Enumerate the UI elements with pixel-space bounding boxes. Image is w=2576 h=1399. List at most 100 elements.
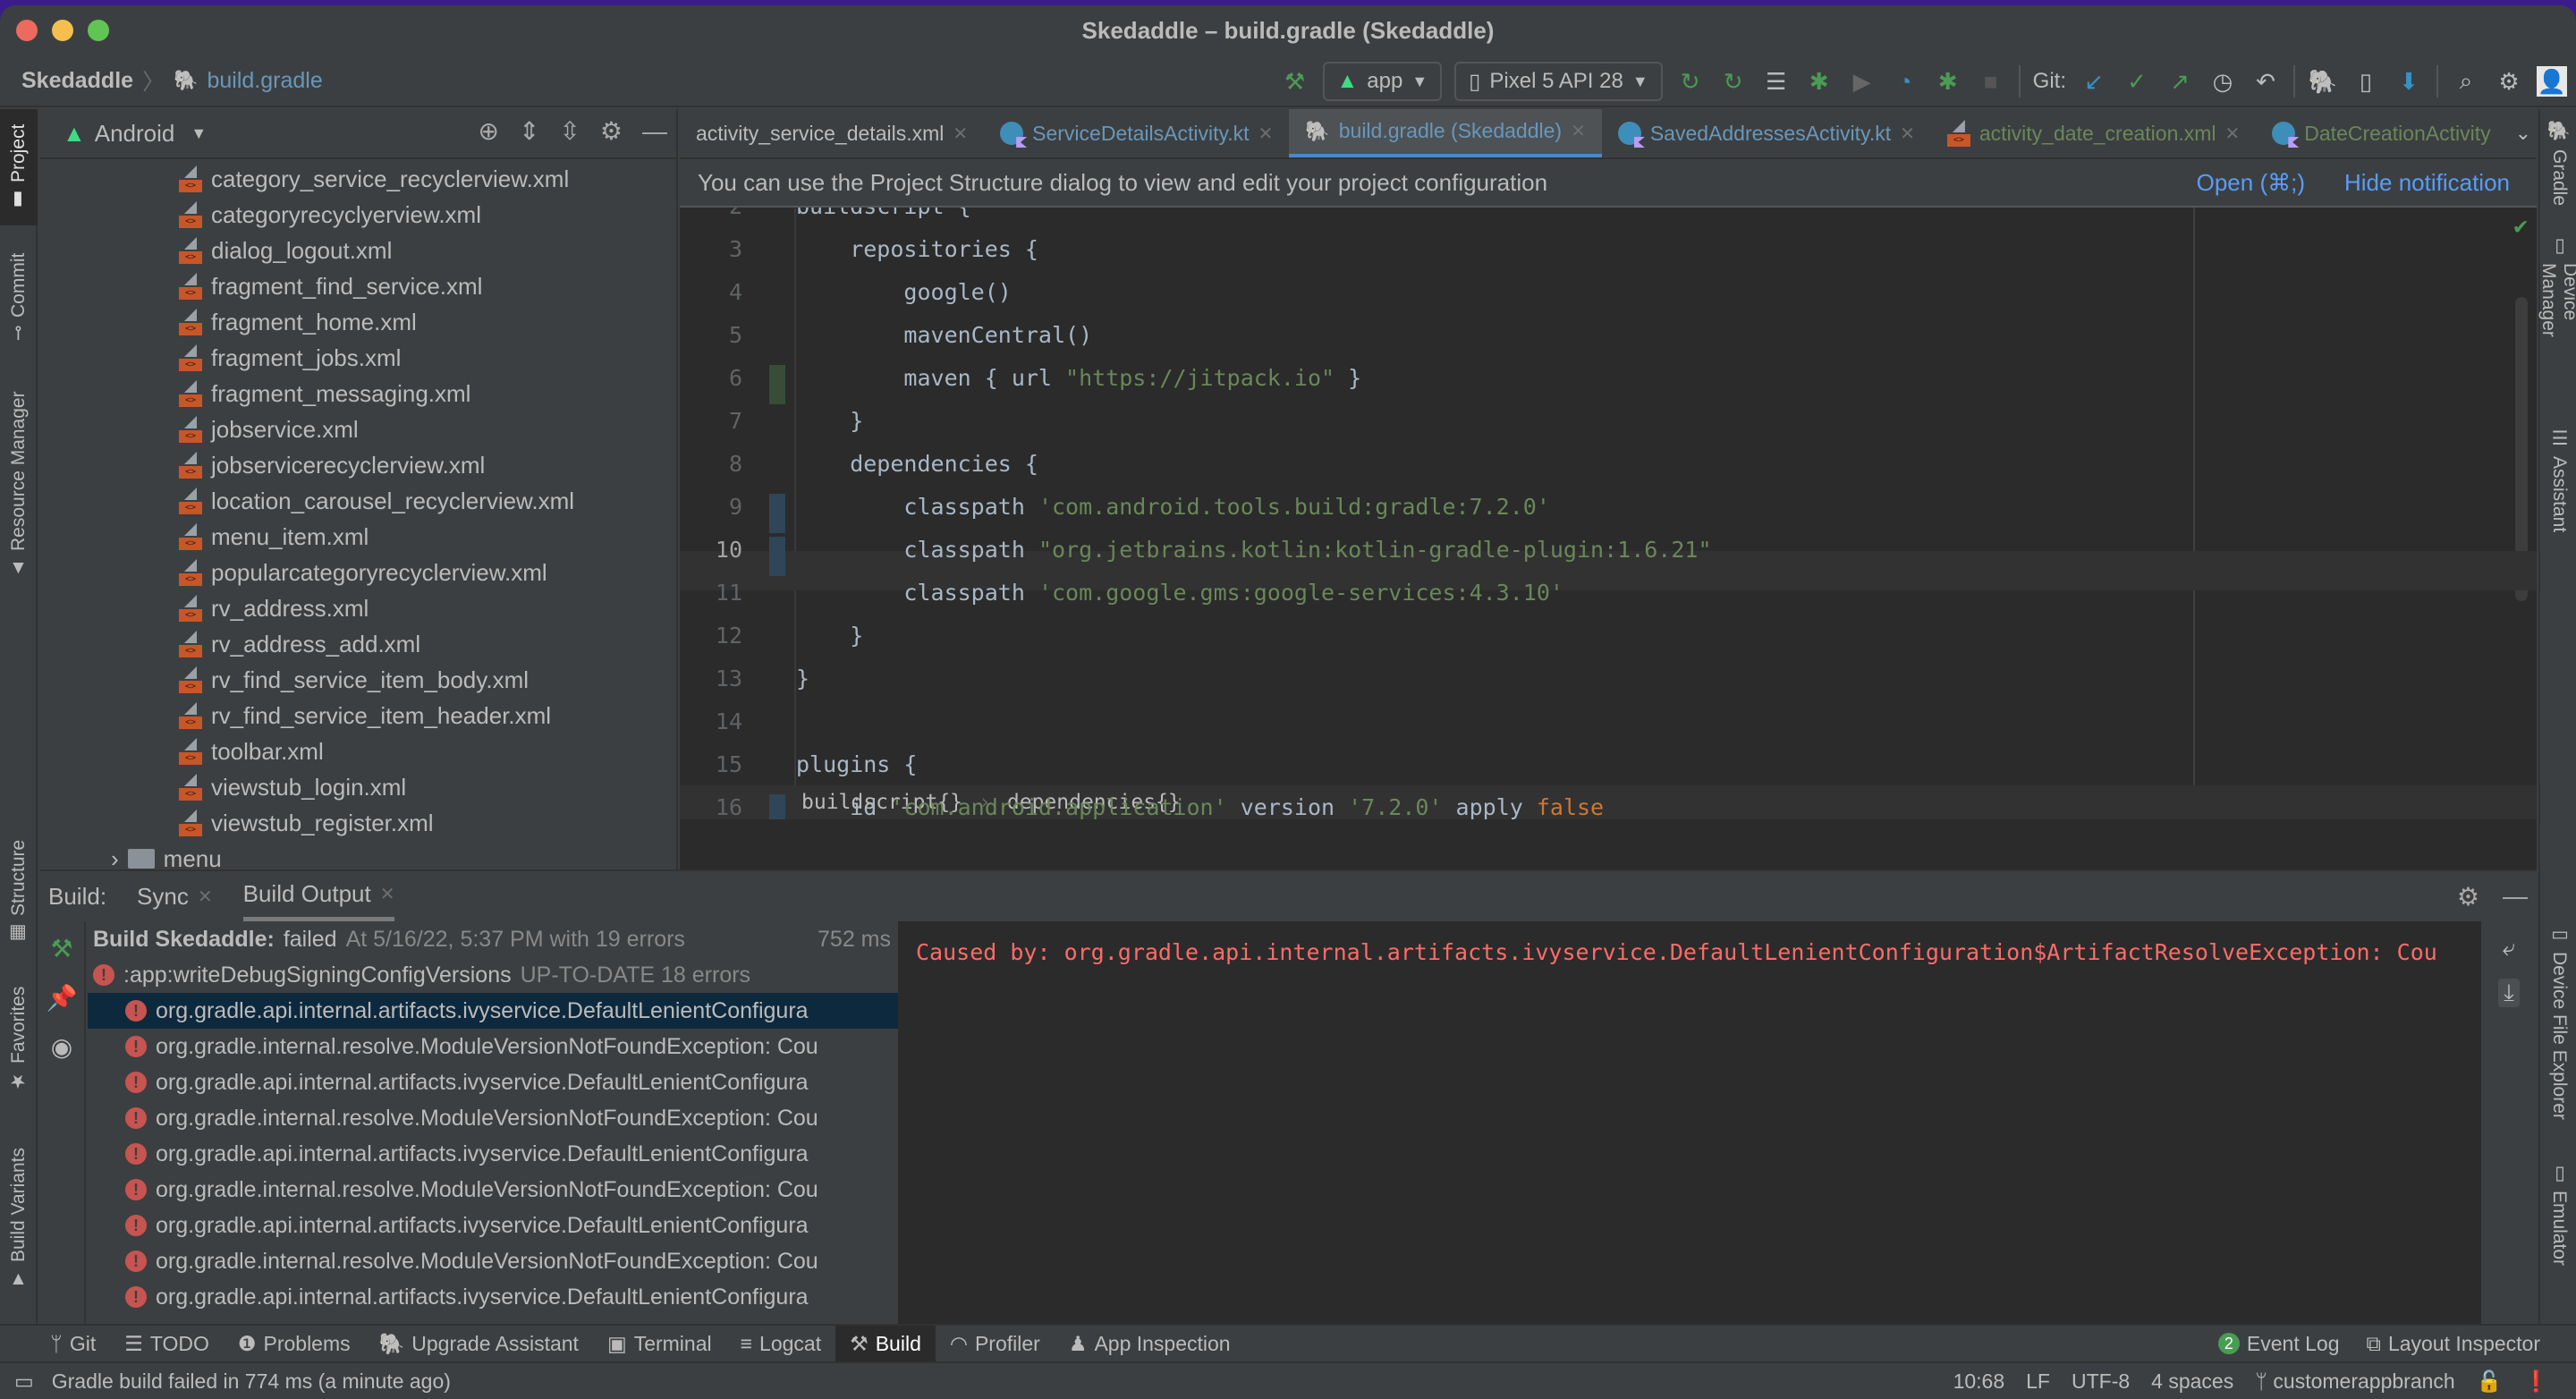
project-file-item[interactable]: rv_address_add.xml [39, 626, 676, 662]
tool-window-app-inspection[interactable]: ♟ App Inspection [1055, 1326, 1245, 1361]
git-commit-icon[interactable]: ✓ [2122, 66, 2152, 97]
build-output-console[interactable]: Caused by: org.gradle.api.internal.artif… [898, 921, 2481, 1326]
search-icon[interactable]: ⌕ [2451, 66, 2481, 97]
project-file-item[interactable]: category_service_recyclerview.xml [39, 161, 676, 197]
tab-sync[interactable]: Sync ✕ [137, 871, 213, 921]
git-push-icon[interactable]: ↗ [2165, 66, 2195, 97]
tool-tab-device-file-explorer[interactable]: ▭ Device File Explorer [2540, 914, 2576, 1129]
device-manager-icon[interactable]: ▯ [2351, 66, 2381, 97]
editor-tab[interactable]: 🐘 build.gradle (Skedaddle) ✕ [1289, 109, 1602, 157]
close-tab-icon[interactable]: ✕ [1900, 123, 1915, 145]
project-file-item[interactable]: jobservicerecyclerview.xml [39, 447, 676, 483]
tool-tab-emulator[interactable]: ▯ Emulator [2540, 1147, 2576, 1281]
rerun-icon[interactable]: ↻ [1675, 66, 1706, 97]
build-error-row[interactable]: ! org.gradle.api.internal.artifacts.ivyse… [88, 1064, 898, 1100]
project-file-item[interactable]: rv_find_service_item_body.xml [39, 662, 676, 698]
tool-tab-gradle[interactable]: 🐘 Gradle [2540, 109, 2576, 216]
close-window-button[interactable] [16, 20, 38, 41]
project-file-item[interactable]: fragment_home.xml [39, 304, 676, 340]
tool-window-build[interactable]: ⚒ Build [835, 1326, 936, 1361]
code-editor[interactable]: ✔ buildscript{} › dependencies{} 2builds… [680, 208, 2537, 819]
status-message[interactable]: Gradle build failed in 774 ms (a minute … [52, 1369, 451, 1394]
project-file-item[interactable]: fragment_find_service.xml [39, 268, 676, 304]
profile-icon[interactable]: ◔ [1890, 66, 1920, 97]
project-file-item[interactable]: jobservice.xml [39, 411, 676, 447]
gear-icon[interactable]: ⚙ [600, 116, 623, 146]
tool-window-problems[interactable]: ❶ Problems [224, 1326, 365, 1361]
build-error-row[interactable]: ! org.gradle.api.internal.artifacts.ivyse… [88, 1208, 898, 1243]
hide-notification-link[interactable]: Hide notification [2344, 169, 2510, 197]
tool-tab-assistant[interactable]: ☰ Assistant [2540, 413, 2576, 547]
indent-setting[interactable]: 4 spaces [2151, 1369, 2233, 1394]
tool-window-upgrade-assistant[interactable]: 🐘 Upgrade Assistant [365, 1326, 593, 1361]
build-summary-row[interactable]: Build Skedaddle: failed At 5/16/22, 5:37… [88, 921, 898, 957]
pin-icon[interactable]: 📌 [47, 983, 78, 1013]
project-file-item[interactable]: location_carousel_recyclerview.xml [39, 483, 676, 519]
build-error-row[interactable]: ! org.gradle.internal.resolve.ModuleVersi… [88, 1172, 898, 1208]
tool-window-todo[interactable]: ☰ TODO [110, 1326, 224, 1361]
build-error-row[interactable]: ! org.gradle.internal.resolve.ModuleVersi… [88, 1029, 898, 1064]
close-tab-icon[interactable]: ✕ [953, 123, 968, 145]
tool-tab-favorites[interactable]: ★ Favorites [0, 968, 38, 1111]
file-encoding[interactable]: UTF-8 [2072, 1369, 2130, 1394]
dropdown-arrow-icon[interactable]: ▼ [191, 124, 207, 143]
stop-icon[interactable]: ■ [1976, 66, 2006, 97]
vcs-change-marker[interactable] [769, 794, 785, 819]
device-select[interactable]: ▯ Pixel 5 API 28 ▼ [1454, 62, 1663, 101]
editor-tab[interactable]: activity_date_creation.xml ✕ [1931, 109, 2256, 157]
project-file-item[interactable]: toolbar.xml [39, 733, 676, 769]
project-file-item[interactable]: dialog_logout.xml [39, 233, 676, 268]
avatar[interactable]: 👤 [2537, 66, 2567, 97]
gear-icon[interactable]: ⚙ [2494, 66, 2524, 97]
close-icon[interactable]: ✕ [380, 883, 395, 905]
git-branch-widget[interactable]: ᛘ customerappbranch [2255, 1369, 2455, 1394]
project-file-item[interactable]: menu_item.xml [39, 519, 676, 555]
eye-icon[interactable]: ◉ [51, 1032, 72, 1062]
build-error-row[interactable]: ! org.gradle.internal.resolve.ModuleVersi… [88, 1243, 898, 1279]
vcs-change-marker[interactable] [769, 494, 785, 533]
editor-tab[interactable]: SavedAddressesActivity.kt ✕ [1602, 109, 1931, 157]
build-error-row[interactable]: ! org.gradle.api.internal.artifacts.ivyse… [88, 1279, 898, 1315]
tool-window-terminal[interactable]: ▣ Terminal [593, 1326, 726, 1361]
vcs-change-marker[interactable] [769, 537, 785, 576]
coverage-icon[interactable]: ▶ [1847, 66, 1877, 97]
layout-inspector-button[interactable]: ⧉ Layout Inspector [2367, 1332, 2541, 1356]
expand-all-icon[interactable]: ⇕ [519, 116, 539, 146]
scroll-to-end-icon[interactable]: ⤓ [2498, 979, 2520, 1007]
soft-wrap-icon[interactable]: ⤶ [2503, 934, 2516, 962]
hide-panel-icon[interactable]: — [642, 117, 667, 146]
project-file-item[interactable]: viewstub_register.xml [39, 805, 676, 841]
line-separator[interactable]: LF [2026, 1369, 2050, 1394]
rollback-icon[interactable]: ↶ [2250, 66, 2281, 97]
close-tab-icon[interactable]: ✕ [1571, 120, 1586, 142]
project-file-item[interactable]: categoryrecyclyerview.xml [39, 197, 676, 233]
project-file-item[interactable]: rv_address.xml [39, 590, 676, 626]
tool-tab-resource-manager[interactable]: ▲ Resource Manager [0, 369, 38, 601]
apply-code-changes-icon[interactable]: ☰ [1761, 66, 1792, 97]
project-file-item[interactable]: fragment_jobs.xml [39, 340, 676, 376]
sync-gradle-icon[interactable]: 🐘 [2308, 66, 2338, 97]
hammer-icon[interactable]: ⚒ [50, 934, 72, 963]
tool-tab-structure[interactable]: ▦ Structure [0, 825, 38, 959]
project-file-item[interactable]: rv_find_service_item_header.xml [39, 698, 676, 733]
hammer-build-icon[interactable]: ⚒ [1280, 66, 1310, 97]
build-error-row[interactable]: ! org.gradle.internal.resolve.ModuleVersi… [88, 1100, 898, 1136]
tool-tab-commit[interactable]: ⊸ Commit [0, 234, 38, 360]
chevron-right-icon[interactable]: › [111, 845, 119, 873]
tool-tab-project[interactable]: ▮ Project [0, 109, 38, 225]
event-log-button[interactable]: 2 Event Log [2217, 1332, 2340, 1356]
hide-panel-icon[interactable]: — [2503, 882, 2528, 911]
project-file-item[interactable]: popularcategoryrecyclerview.xml [39, 555, 676, 590]
close-tab-icon[interactable]: ✕ [2225, 123, 2241, 145]
project-file-item[interactable]: fragment_messaging.xml [39, 376, 676, 411]
toggle-tool-windows-icon[interactable]: ▭ [14, 1369, 34, 1394]
more-tabs-icon[interactable]: ⌄ [2515, 122, 2531, 145]
project-view-select[interactable]: Android [95, 120, 175, 148]
tool-window-logcat[interactable]: ≡ Logcat [726, 1326, 835, 1361]
notifications-icon[interactable]: ❗ [2523, 1369, 2549, 1394]
tool-window-git[interactable]: ᛘ Git [36, 1326, 110, 1361]
caret-position[interactable]: 10:68 [1953, 1369, 2005, 1394]
open-project-structure-link[interactable]: Open (⌘;) [2197, 169, 2305, 197]
git-update-icon[interactable]: ↙ [2079, 66, 2109, 97]
locate-icon[interactable]: ⊕ [478, 116, 498, 146]
